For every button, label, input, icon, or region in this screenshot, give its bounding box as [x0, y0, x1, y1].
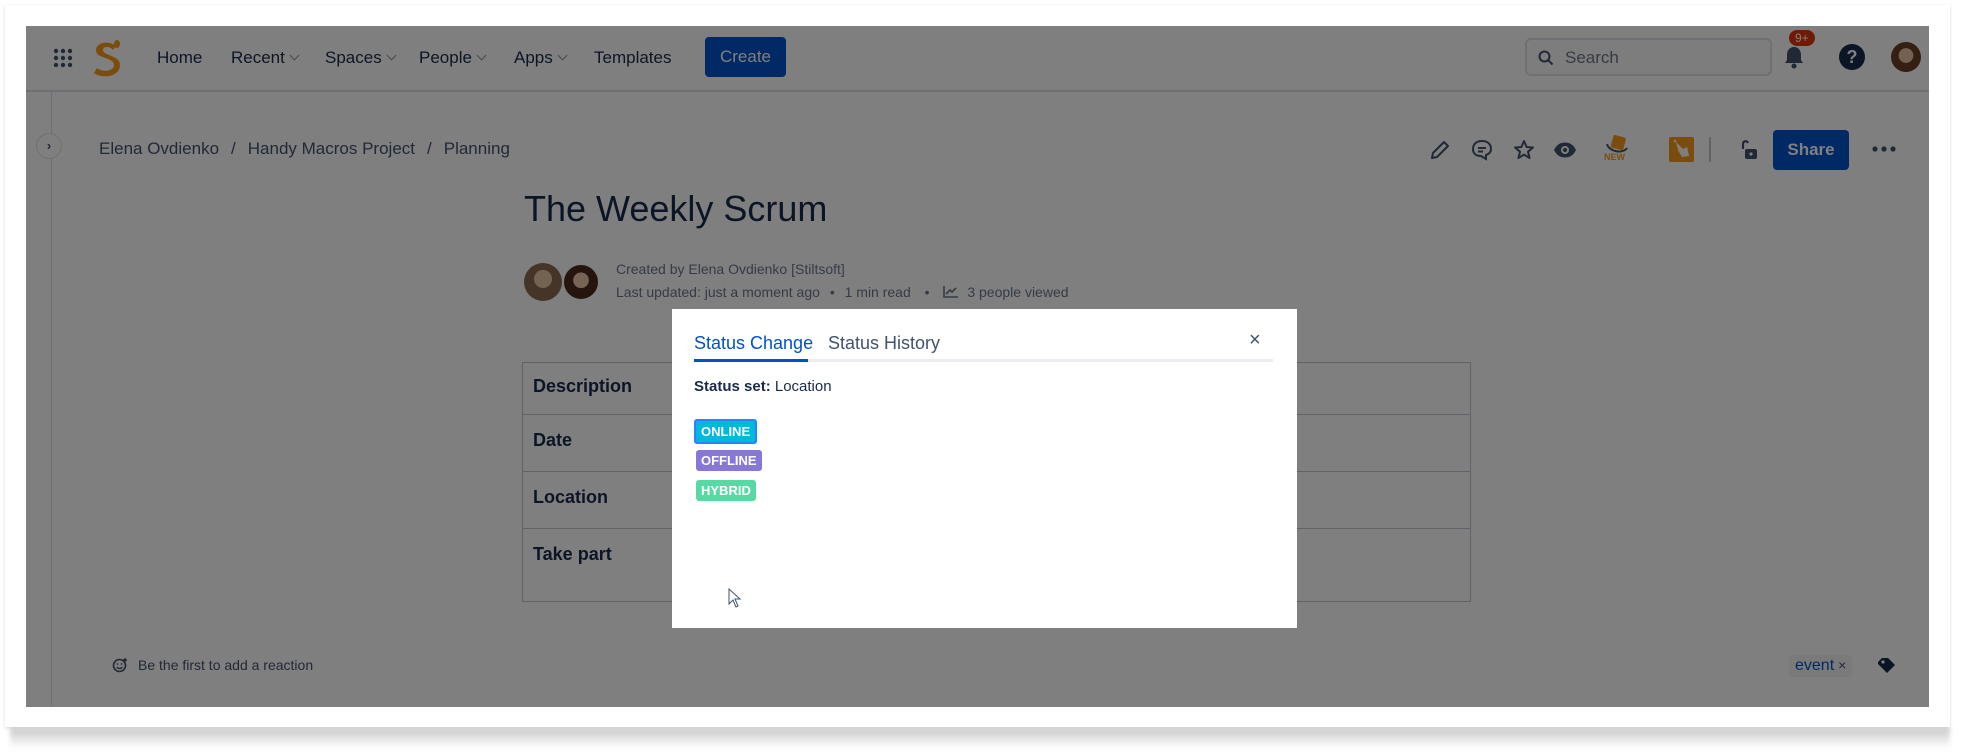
tab-status-history[interactable]: Status History [828, 333, 940, 354]
status-hybrid[interactable]: HYBRID [696, 480, 756, 501]
frame-shadow [10, 728, 1950, 748]
status-dialog: Status Change Status History × Status se… [672, 309, 1297, 628]
active-tab-indicator [694, 359, 808, 362]
confluence-page: Home Recent Spaces People Apps Templates… [26, 26, 1929, 707]
status-offline[interactable]: OFFLINE [696, 450, 762, 471]
tab-status-change[interactable]: Status Change [694, 333, 813, 354]
status-online[interactable]: ONLINE [694, 419, 758, 444]
status-set: Status set: Location [694, 378, 832, 395]
status-set-value: Location [774, 378, 832, 395]
close-icon[interactable]: × [1249, 329, 1261, 352]
mouse-cursor-icon [728, 588, 742, 608]
status-set-label: Status set: [694, 378, 771, 395]
